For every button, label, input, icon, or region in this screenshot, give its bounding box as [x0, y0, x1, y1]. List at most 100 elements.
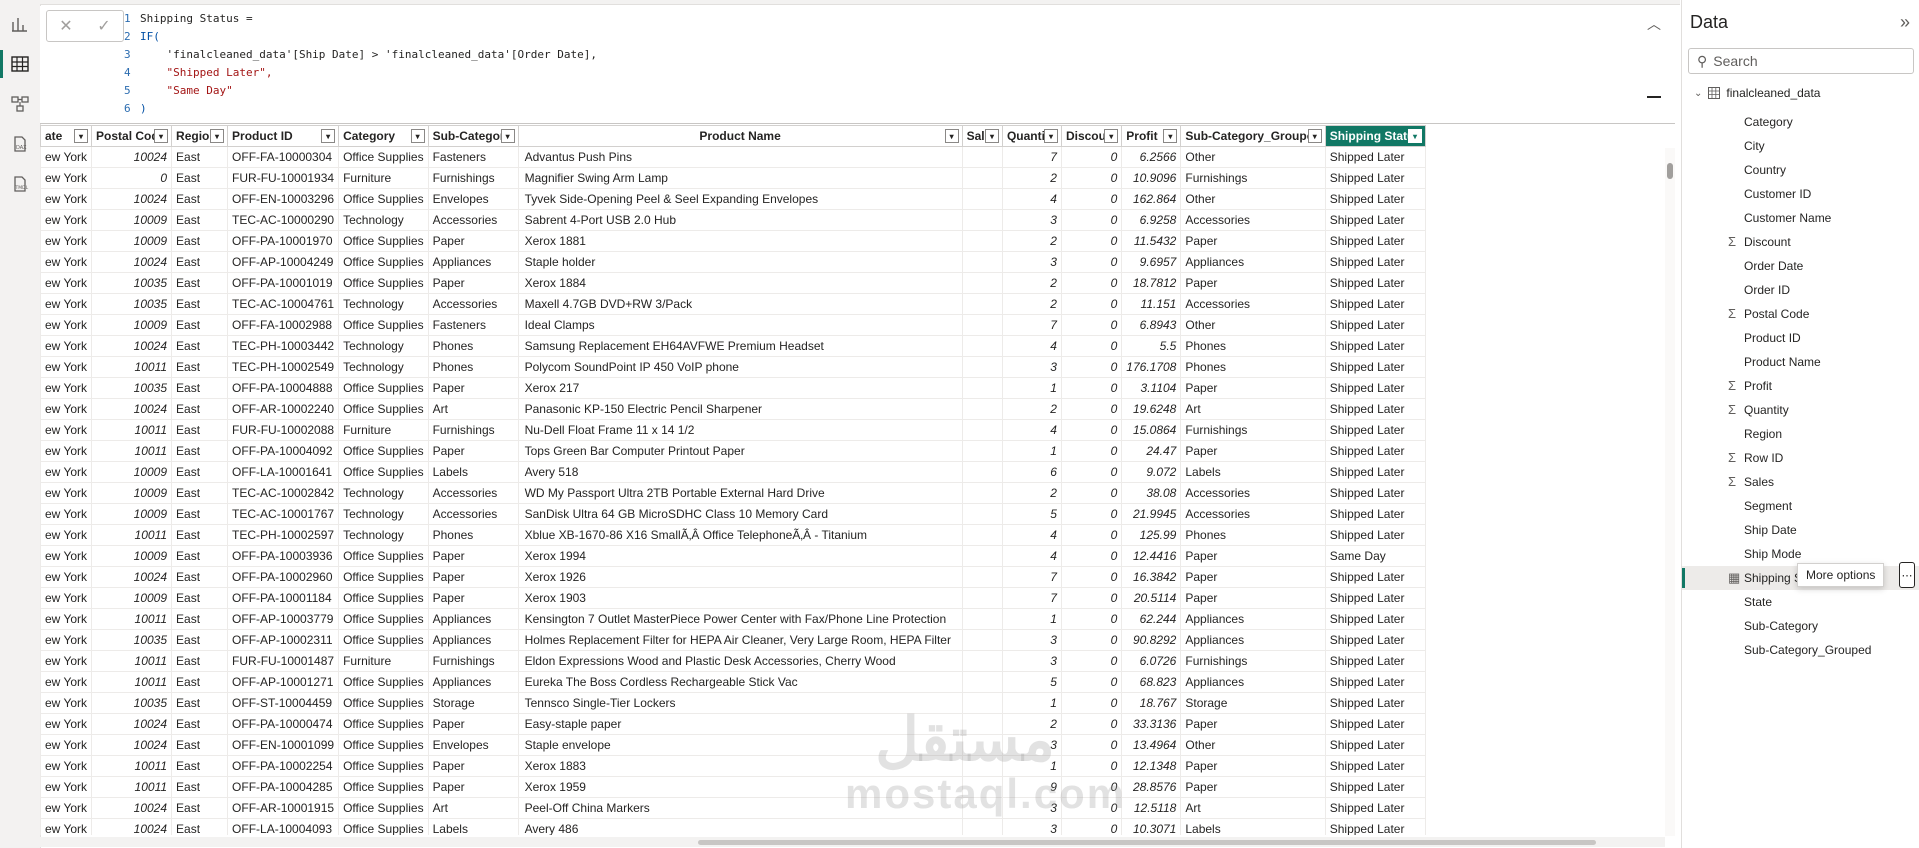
table-cell[interactable]: Phones: [1180, 524, 1326, 546]
table-cell[interactable]: 0: [1060, 335, 1123, 357]
column-header[interactable]: Category ▾: [338, 125, 429, 147]
table-cell[interactable]: 0: [1060, 188, 1123, 210]
table-cell[interactable]: 7: [1001, 146, 1062, 168]
table-cell[interactable]: [961, 566, 1003, 588]
table-cell[interactable]: ew York: [40, 272, 93, 294]
table-cell[interactable]: Technology: [338, 482, 429, 504]
table-cell[interactable]: Office Supplies: [338, 818, 429, 835]
table-cell[interactable]: Furnishings: [1180, 167, 1326, 189]
table-row[interactable]: ew York 0 East FUR-FU-10001934 Furniture Furn…: [40, 167, 1427, 189]
horizontal-scroll-thumb[interactable]: [698, 840, 1596, 845]
table-cell[interactable]: WD My Passport Ultra 2TB Portable Extern…: [517, 482, 963, 504]
table-cell[interactable]: OFF-LA-10004093: [227, 818, 340, 835]
table-cell[interactable]: East: [171, 755, 229, 777]
table-cell[interactable]: Office Supplies: [338, 398, 429, 420]
table-cell[interactable]: 10024: [91, 566, 173, 588]
table-cell[interactable]: Paper: [427, 755, 519, 777]
table-cell[interactable]: 4: [1001, 335, 1062, 357]
table-cell[interactable]: 10011: [91, 440, 173, 462]
table-cell[interactable]: 162.864: [1121, 188, 1182, 210]
table-cell[interactable]: 16.3842: [1121, 566, 1182, 588]
table-cell[interactable]: [961, 440, 1003, 462]
table-cell[interactable]: Shipped Later: [1324, 377, 1427, 399]
table-cell[interactable]: Eldon Expressions Wood and Plastic Desk …: [517, 650, 963, 672]
table-cell[interactable]: Staple holder: [517, 251, 963, 273]
table-cell[interactable]: OFF-PA-10004092: [227, 440, 340, 462]
column-header[interactable]: Sub-Category_Grouped ▾: [1180, 125, 1326, 147]
table-cell[interactable]: ew York: [40, 692, 93, 714]
table-cell[interactable]: East: [171, 545, 229, 567]
table-cell[interactable]: Paper: [1180, 272, 1326, 294]
table-cell[interactable]: [961, 251, 1003, 273]
table-cell[interactable]: Office Supplies: [338, 377, 429, 399]
table-row[interactable]: ew York 10011 East FUR-FU-10001487 Furniture…: [40, 650, 1427, 672]
table-cell[interactable]: 125.99: [1121, 524, 1182, 546]
table-cell[interactable]: 3: [1001, 650, 1062, 672]
table-row[interactable]: ew York 10035 East TEC-AC-10004761 Technolog…: [40, 293, 1427, 315]
table-cell[interactable]: Office Supplies: [338, 461, 429, 483]
formula-bar[interactable]: ✕ ✓ 1 Shipping Status = 2 IF(3 'finalcleane…: [40, 6, 1675, 124]
table-cell[interactable]: 0: [1060, 440, 1123, 462]
column-header[interactable]: Product ID ▾: [227, 125, 340, 147]
table-cell[interactable]: 5.5: [1121, 335, 1182, 357]
field-item[interactable]: Σ Profit: [1682, 374, 1919, 398]
table-cell[interactable]: Office Supplies: [338, 797, 429, 819]
table-cell[interactable]: Xblue XB-1670-86 X16 SmallÃ‚Â Office Tel…: [517, 524, 963, 546]
table-cell[interactable]: Office Supplies: [338, 230, 429, 252]
table-cell[interactable]: Shipped Later: [1324, 692, 1427, 714]
table-cell[interactable]: ew York: [40, 356, 93, 378]
table-cell[interactable]: Shipped Later: [1324, 755, 1427, 777]
table-cell[interactable]: Paper: [427, 587, 519, 609]
table-cell[interactable]: Technology: [338, 503, 429, 525]
table-cell[interactable]: Paper: [427, 440, 519, 462]
table-cell[interactable]: [961, 230, 1003, 252]
table-row[interactable]: ew York 10024 East OFF-AR-10002240 Office Su…: [40, 398, 1427, 420]
table-cell[interactable]: 0: [1060, 419, 1123, 441]
table-row[interactable]: ew York 10024 East OFF-EN-10001099 Office Su…: [40, 734, 1427, 756]
filter-dropdown-icon[interactable]: ▾: [1163, 129, 1178, 143]
table-cell[interactable]: 6.2566: [1121, 146, 1182, 168]
table-cell[interactable]: East: [171, 356, 229, 378]
table-cell[interactable]: East: [171, 797, 229, 819]
table-cell[interactable]: 2: [1001, 398, 1062, 420]
table-cell[interactable]: 12.5118: [1121, 797, 1182, 819]
table-cell[interactable]: [961, 272, 1003, 294]
table-cell[interactable]: 0: [1060, 209, 1123, 231]
table-cell[interactable]: Office Supplies: [338, 146, 429, 168]
code-line[interactable]: 4 "Shipped Later",: [124, 64, 1634, 82]
table-cell[interactable]: Accessories: [427, 293, 519, 315]
table-cell[interactable]: [961, 146, 1003, 168]
table-row[interactable]: ew York 10009 East OFF-PA-10001970 Office Su…: [40, 230, 1427, 252]
table-cell[interactable]: Office Supplies: [338, 545, 429, 567]
table-cell[interactable]: Paper: [427, 272, 519, 294]
table-cell[interactable]: Shipped Later: [1324, 314, 1427, 336]
table-cell[interactable]: Paper: [1180, 755, 1326, 777]
formula-resize-handle[interactable]: [1647, 96, 1661, 98]
table-cell[interactable]: ew York: [40, 398, 93, 420]
table-cell[interactable]: Office Supplies: [338, 629, 429, 651]
table-cell[interactable]: [961, 314, 1003, 336]
column-header[interactable]: Discount ▾: [1060, 125, 1123, 147]
column-header[interactable]: Sub-Category ▾: [427, 125, 519, 147]
table-cell[interactable]: East: [171, 251, 229, 273]
commit-check-icon[interactable]: ✓: [97, 16, 110, 36]
table-cell[interactable]: East: [171, 692, 229, 714]
field-item[interactable]: Region: [1682, 422, 1919, 446]
table-cell[interactable]: Accessories: [427, 503, 519, 525]
field-item[interactable]: State: [1682, 590, 1919, 614]
table-cell[interactable]: Paper: [1180, 776, 1326, 798]
table-cell[interactable]: Office Supplies: [338, 566, 429, 588]
table-cell[interactable]: Shipped Later: [1324, 566, 1427, 588]
table-cell[interactable]: TEC-AC-10001767: [227, 503, 340, 525]
table-cell[interactable]: 10024: [91, 797, 173, 819]
vertical-scrollbar[interactable]: [1665, 148, 1675, 836]
table-cell[interactable]: 6: [1001, 461, 1062, 483]
table-cell[interactable]: [961, 818, 1003, 835]
table-cell[interactable]: Shipped Later: [1324, 734, 1427, 756]
field-item[interactable]: Customer Name: [1682, 206, 1919, 230]
table-cell[interactable]: Shipped Later: [1324, 608, 1427, 630]
table-cell[interactable]: 10009: [91, 314, 173, 336]
table-cell[interactable]: 13.4964: [1121, 734, 1182, 756]
report-view-icon[interactable]: [0, 4, 40, 44]
more-options-button[interactable]: ⋯: [1899, 562, 1915, 588]
